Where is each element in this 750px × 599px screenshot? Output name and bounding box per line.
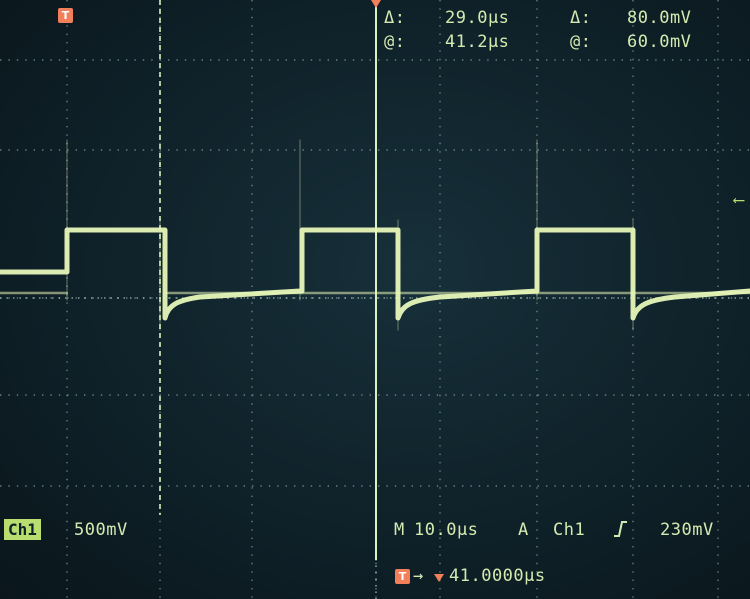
- trigger-source: Ch1: [553, 520, 586, 540]
- channel-badge[interactable]: Ch1: [4, 519, 41, 540]
- left-arrow-icon: ⟵: [734, 190, 744, 209]
- trigger-level: 230mV: [660, 520, 714, 540]
- time-delta-value: 29.0µs: [445, 8, 510, 28]
- waveform-edges: [66, 139, 634, 331]
- trigger-position-arrow: →: [413, 566, 424, 586]
- rising-edge-icon: [614, 521, 627, 537]
- timebase-mode: M: [394, 520, 405, 540]
- timebase-sec-per-div: 10.0µs: [414, 520, 479, 540]
- trigger-position-icon: T: [395, 569, 410, 584]
- volt-delta-label: Δ:: [570, 8, 592, 28]
- trigger-marker: T: [58, 8, 73, 23]
- trigger-mode: A: [518, 520, 529, 540]
- time-at-value: 41.2µs: [445, 32, 510, 52]
- oscilloscope-screen: T Δ: 29.0µs @: 41.2µs Δ: 80.0mV @: 60.0m…: [0, 0, 750, 599]
- waveform-ch1: [0, 139, 750, 331]
- trigger-down-icon: [434, 574, 444, 582]
- waveform-trace: [0, 227, 750, 321]
- volt-at-value: 60.0mV: [627, 32, 692, 52]
- trigger-position-marker: [371, 0, 381, 8]
- trigger-position-value: 41.0000µs: [449, 566, 546, 586]
- time-at-label: @:: [384, 32, 406, 52]
- volt-at-label: @:: [570, 32, 592, 52]
- volt-delta-value: 80.0mV: [627, 8, 692, 28]
- volts-per-div: 500mV: [74, 520, 128, 540]
- time-delta-label: Δ:: [384, 8, 406, 28]
